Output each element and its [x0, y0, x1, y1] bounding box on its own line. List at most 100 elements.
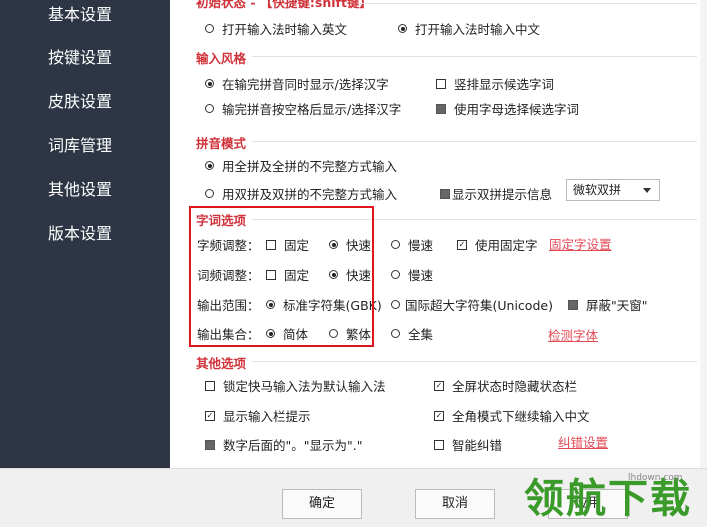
- word-freq-label: 词频调整：: [197, 268, 260, 283]
- full-set-label: 全集: [408, 327, 434, 342]
- radio-indicator: [205, 104, 214, 113]
- ok-button[interactable]: 确定: [282, 489, 362, 519]
- checkbox-indicator: [266, 239, 276, 250]
- radio-intl-charset[interactable]: 国际超大字符集(Unicode): [391, 295, 553, 314]
- use-fixed-char-label: 使用固定字: [475, 238, 538, 253]
- fullscreen-hide-label: 全屏状态时隐藏状态栏: [452, 379, 578, 394]
- radio-show-while-typing-label: 在输完拼音同时显示/选择汉字: [222, 77, 389, 92]
- radio-open-english[interactable]: 打开输入法时输入英文: [205, 19, 347, 38]
- checkbox-vertical-candidates[interactable]: 竖排显示候选字词: [436, 74, 554, 93]
- chevron-down-icon: [643, 188, 651, 193]
- radio-simplified[interactable]: 简体: [266, 324, 308, 343]
- checkbox-double-hint[interactable]: 显示双拼提示信息: [440, 184, 552, 203]
- radio-indicator: [391, 270, 400, 279]
- intl-charset-label: 国际超大字符集(Unicode): [405, 298, 553, 313]
- radio-show-after-space-label: 输完拼音按空格后显示/选择汉字: [222, 102, 402, 117]
- sidebar-item-basic[interactable]: 基本设置: [0, 0, 170, 30]
- detect-font-link[interactable]: 检测字体: [548, 325, 598, 344]
- radio-double-pinyin[interactable]: 用双拼及双拼的不完整方式输入: [205, 184, 397, 203]
- radio-full-set[interactable]: 全集: [391, 324, 433, 343]
- char-freq-slow-label: 慢速: [408, 238, 434, 253]
- radio-indicator: [205, 189, 214, 198]
- checkbox-block-tianchuang[interactable]: 屏蔽"天窗": [568, 295, 648, 314]
- sidebar-item-keys[interactable]: 按键设置: [0, 43, 170, 73]
- radio-indicator: [205, 24, 214, 33]
- checkbox-indicator: [568, 299, 578, 310]
- smart-correct-label: 智能纠错: [452, 438, 503, 453]
- checkbox-use-fixed-char[interactable]: 使用固定字: [457, 235, 538, 254]
- radio-show-after-space[interactable]: 输完拼音按空格后显示/选择汉字: [205, 99, 401, 118]
- traditional-label: 繁体: [346, 327, 372, 342]
- checkbox-indicator: [434, 439, 444, 450]
- char-freq-slow[interactable]: 慢速: [391, 235, 433, 254]
- radio-indicator: [391, 329, 400, 338]
- checkbox-indicator: [457, 239, 467, 250]
- checkbox-indicator: [205, 439, 215, 450]
- radio-open-chinese[interactable]: 打开输入法时输入中文: [398, 19, 540, 38]
- std-charset-label: 标准字符集(GBK): [283, 298, 382, 313]
- word-freq-fast[interactable]: 快速: [329, 265, 371, 284]
- divider: [360, 3, 697, 4]
- checkbox-indicator: [434, 410, 444, 421]
- divider: [252, 141, 697, 142]
- block-tianchuang-label: 屏蔽"天窗": [586, 298, 648, 313]
- radio-std-charset[interactable]: 标准字符集(GBK): [266, 295, 382, 314]
- sidebar-item-skin[interactable]: 皮肤设置: [0, 87, 170, 117]
- char-freq-fast[interactable]: 快速: [329, 235, 371, 254]
- checkbox-show-input-hint[interactable]: 显示输入栏提示: [205, 406, 311, 425]
- initial-state-title: 初始状态 - 【快捷键:shift键】: [196, 0, 372, 10]
- checkbox-smart-correct[interactable]: 智能纠错: [434, 435, 502, 454]
- double-pinyin-scheme-select[interactable]: 微软双拼: [566, 179, 660, 201]
- divider: [252, 56, 697, 57]
- digit-period-label: 数字后面的"。"显示为".": [223, 438, 363, 453]
- radio-indicator: [329, 329, 338, 338]
- sidebar-item-dictionary[interactable]: 词库管理: [0, 131, 170, 161]
- radio-full-pinyin[interactable]: 用全拼及全拼的不完整方式输入: [205, 156, 397, 175]
- radio-open-english-label: 打开输入法时输入英文: [222, 22, 348, 37]
- correct-settings-link[interactable]: 纠错设置: [558, 432, 608, 451]
- char-freq-fixed-label: 固定: [284, 238, 310, 253]
- radio-full-pinyin-label: 用全拼及全拼的不完整方式输入: [222, 159, 398, 174]
- char-freq-fixed[interactable]: 固定: [266, 235, 309, 254]
- sidebar-item-other[interactable]: 其他设置: [0, 175, 170, 205]
- checkbox-indicator: [440, 188, 450, 199]
- checkbox-lock-default[interactable]: 锁定快马输入法为默认输入法: [205, 376, 386, 395]
- radio-show-while-typing[interactable]: 在输完拼音同时显示/选择汉字: [205, 74, 389, 93]
- word-options-title: 字词选项: [196, 213, 247, 228]
- word-freq-fixed[interactable]: 固定: [266, 265, 309, 284]
- char-freq-fast-label: 快速: [346, 238, 372, 253]
- output-set-label: 输出集合：: [197, 327, 260, 342]
- checkbox-digit-period[interactable]: 数字后面的"。"显示为".": [205, 435, 362, 454]
- checkbox-fullwidth-continue[interactable]: 全角模式下继续输入中文: [434, 406, 590, 425]
- show-input-hint-label: 显示输入栏提示: [223, 409, 311, 424]
- checkbox-double-hint-label: 显示双拼提示信息: [452, 187, 553, 202]
- char-freq-label: 字频调整：: [197, 238, 260, 253]
- checkbox-indicator: [205, 380, 215, 391]
- fixed-char-settings-link[interactable]: 固定字设置: [549, 234, 612, 253]
- watermark-url: lhdown.com: [628, 473, 683, 483]
- radio-traditional[interactable]: 繁体: [329, 324, 371, 343]
- divider: [252, 219, 697, 220]
- radio-indicator: [266, 329, 275, 338]
- sidebar-item-version[interactable]: 版本设置: [0, 219, 170, 249]
- double-pinyin-scheme-value: 微软双拼: [573, 183, 622, 197]
- checkbox-letter-select[interactable]: 使用字母选择候选字词: [436, 99, 579, 118]
- radio-indicator: [391, 240, 400, 249]
- output-range-label: 输出范围：: [197, 298, 260, 313]
- radio-indicator: [329, 240, 338, 249]
- scrollbar[interactable]: [700, 0, 707, 468]
- radio-indicator: [329, 270, 338, 279]
- checkbox-vertical-candidates-label: 竖排显示候选字词: [454, 77, 555, 92]
- radio-indicator: [266, 300, 275, 309]
- radio-indicator: [205, 161, 214, 170]
- word-freq-fixed-label: 固定: [284, 268, 310, 283]
- checkbox-indicator: [436, 78, 446, 89]
- checkbox-indicator: [436, 103, 446, 114]
- radio-open-chinese-label: 打开输入法时输入中文: [415, 22, 541, 37]
- word-freq-slow[interactable]: 慢速: [391, 265, 433, 284]
- sidebar: 基本设置 按键设置 皮肤设置 词库管理 其他设置 版本设置: [0, 0, 170, 468]
- checkbox-fullscreen-hide[interactable]: 全屏状态时隐藏状态栏: [434, 376, 577, 395]
- checkbox-indicator: [266, 269, 276, 280]
- cancel-button[interactable]: 取消: [415, 489, 495, 519]
- radio-indicator: [205, 79, 214, 88]
